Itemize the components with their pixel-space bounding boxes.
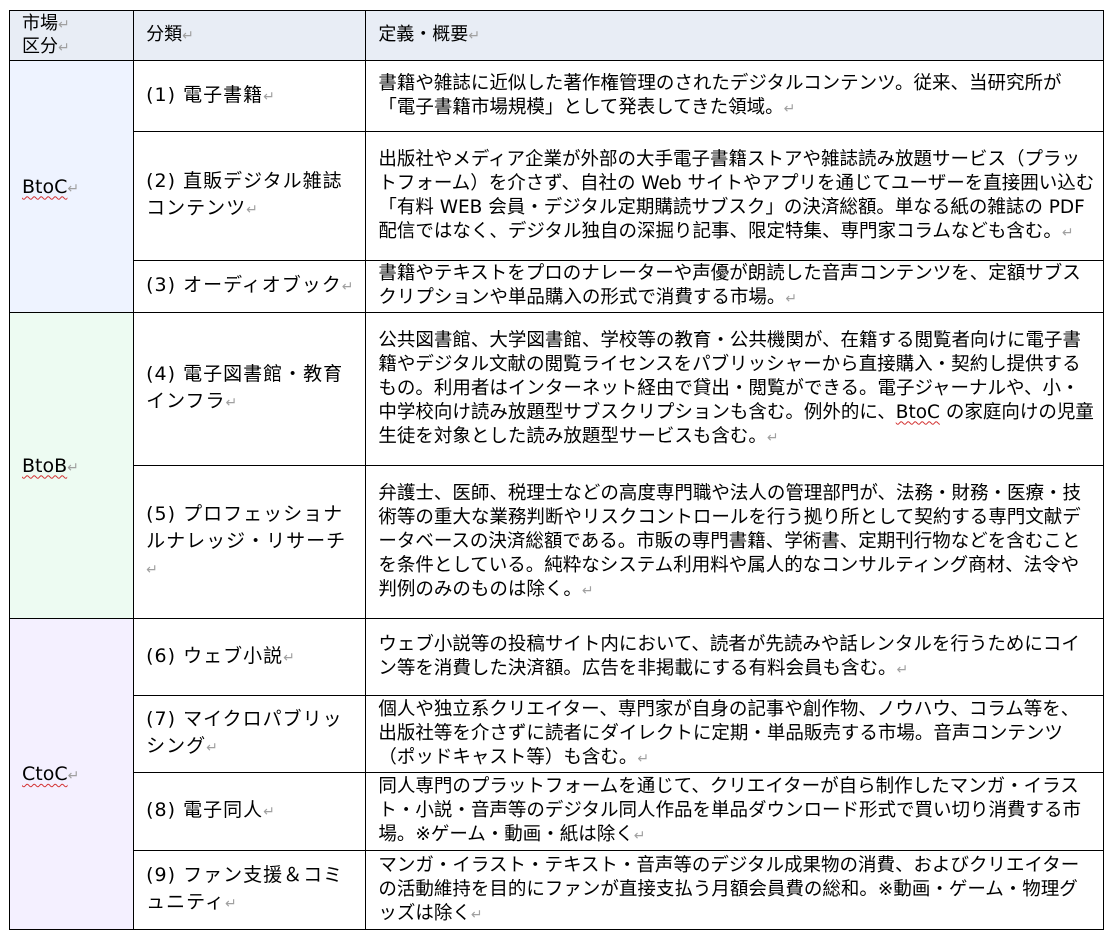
definition-cell: 公共図書館、大学図書館、学校等の教育・公共機関が、在籍する閲覧者向けに電子書籍や… — [365, 312, 1104, 466]
paragraph-mark: ↵ — [1061, 224, 1074, 241]
paragraph-mark: ↵ — [468, 28, 481, 44]
table-row: CtoC↵ (6) ウェブ小説↵ ウェブ小説等の投稿サイト内において、読者が先読… — [8, 618, 1104, 930]
paragraph-mark: ↵ — [896, 661, 909, 678]
definition-cell: マンガ・イラスト・テキスト・音声等のデジタル成果物の消費、およびクリエイターの活… — [365, 850, 1104, 930]
paragraph-mark: ↵ — [224, 896, 238, 912]
paragraph-mark: ↵ — [263, 88, 276, 105]
definition-cell: 出版社やメディア企業が外部の大手電子書籍ストアや雑誌読み放題サービス（プラットフ… — [365, 131, 1104, 261]
table-row: BtoB↵ (4) 電子図書館・教育インフラ↵ 公共図書館、大学図書館、学校等の… — [8, 312, 1104, 619]
table-row: (9) ファン支援＆コミュニティ↵ マンガ・イラスト・テキスト・音声等のデジタル… — [10, 850, 1104, 930]
table-row: (5) プロフェッショナルナレッジ・リサーチ↵ 弁護士、医師、税理士などの高度専… — [10, 465, 1104, 619]
definition-cell: 書籍や雑誌に近似した著作権管理のされたデジタルコンテンツ。従来、当研究所が「電子… — [365, 60, 1104, 132]
paragraph-mark: ↵ — [633, 828, 646, 844]
category-cell: (4) 電子図書館・教育インフラ↵ — [133, 312, 367, 466]
paragraph-mark: ↵ — [263, 804, 276, 820]
paragraph-mark: ↵ — [783, 100, 796, 117]
paragraph-mark: ↵ — [182, 28, 194, 44]
paragraph-mark: ↵ — [58, 39, 70, 56]
table-row: (8) 電子同人↵ 同人専門のプラットフォームを通じて、クリエイターが自ら制作し… — [10, 772, 1104, 851]
definition-cell: 個人や独立系クリエイター、専門家が自身の記事や創作物、ノウハウ、コラム等を、出版… — [365, 695, 1104, 773]
paragraph-mark: ↵ — [58, 16, 70, 33]
category-cell: (7) マイクロパブリッシング↵ — [133, 695, 367, 773]
header-definition: 定義・概要↵ — [365, 10, 1104, 61]
paragraph-mark: ↵ — [225, 395, 239, 411]
paragraph-mark: ↵ — [67, 459, 79, 476]
market-segment-btoc: BtoC↵ — [8, 60, 135, 313]
paragraph-mark: ↵ — [146, 561, 159, 578]
paragraph-mark: ↵ — [206, 740, 219, 756]
header-market-line2: 区分 — [22, 35, 58, 57]
paragraph-mark: ↵ — [341, 279, 355, 295]
paragraph-mark: ↵ — [766, 429, 779, 446]
paragraph-mark: ↵ — [470, 906, 483, 923]
header-market-line1: 市場 — [22, 12, 58, 34]
paragraph-mark: ↵ — [785, 291, 798, 307]
market-segment-btob: BtoB↵ — [8, 312, 135, 619]
category-cell: (3) オーディオブック↵ — [133, 260, 367, 313]
table-row: (7) マイクロパブリッシング↵ 個人や独立系クリエイター、専門家が自身の記事や… — [10, 695, 1104, 773]
header-market-segment: 市場↵ 区分↵ — [8, 10, 135, 61]
definition-cell: ウェブ小説等の投稿サイト内において、読者が先読みや話レンタルを行うためにコイン等… — [365, 618, 1104, 696]
paragraph-mark: ↵ — [67, 768, 80, 784]
table-row: BtoC↵ (1) 電子書籍↵ 書籍や雑誌に近似した著作権管理のされたデジタルコ… — [8, 60, 1104, 313]
header-category: 分類↵ — [133, 10, 367, 61]
paragraph-mark: ↵ — [283, 649, 296, 666]
paragraph-mark: ↵ — [581, 582, 594, 599]
definition-cell: 書籍やテキストをプロのナレーターや声優が朗読した音声コンテンツを、定額サブスクリ… — [365, 260, 1104, 313]
category-cell: (2) 直販デジタル雑誌コンテンツ↵ — [133, 131, 367, 261]
header-row: 市場↵ 区分↵ 分類↵ 定義・概要↵ — [8, 10, 1104, 61]
category-cell: (5) プロフェッショナルナレッジ・リサーチ↵ — [133, 465, 367, 619]
paragraph-mark: ↵ — [246, 202, 259, 218]
paragraph-mark: ↵ — [637, 750, 650, 767]
market-classification-table: 市場↵ 区分↵ 分類↵ 定義・概要↵ BtoC↵ (1) 電子書籍↵ 書籍や雑誌… — [8, 10, 1104, 930]
table-row: (2) 直販デジタル雑誌コンテンツ↵ 出版社やメディア企業が外部の大手電子書籍ス… — [10, 131, 1104, 261]
category-cell: (8) 電子同人↵ — [133, 772, 367, 851]
definition-cell: 同人専門のプラットフォームを通じて、クリエイターが自ら制作したマンガ・イラスト・… — [365, 772, 1104, 851]
market-segment-ctoc: CtoC↵ — [8, 618, 135, 930]
category-cell: (1) 電子書籍↵ — [133, 60, 367, 132]
definition-cell: 弁護士、医師、税理士などの高度専門職や法人の管理部門が、法務・財務・医療・技術等… — [365, 465, 1104, 619]
category-cell: (6) ウェブ小説↵ — [133, 618, 367, 696]
paragraph-mark: ↵ — [67, 180, 80, 197]
category-cell: (9) ファン支援＆コミュニティ↵ — [133, 850, 367, 930]
table-row: (3) オーディオブック↵ 書籍やテキストをプロのナレーターや声優が朗読した音声… — [10, 260, 1104, 313]
